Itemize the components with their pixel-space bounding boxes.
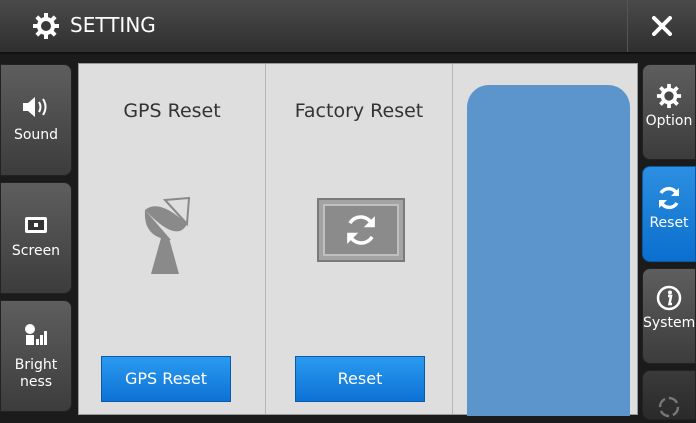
brightness-icon bbox=[25, 324, 47, 345]
sidebar-item-reset[interactable]: Reset bbox=[642, 166, 696, 262]
sidebar-item-label: Option bbox=[645, 113, 693, 129]
sidebar-item-label: Bright ness bbox=[14, 357, 58, 390]
page-title: SETTING bbox=[70, 13, 156, 37]
sidebar-item-screen[interactable]: Screen bbox=[0, 182, 72, 294]
sidebar-item-brightness[interactable]: Bright ness bbox=[0, 300, 72, 412]
refresh-icon bbox=[659, 186, 679, 210]
left-sidebar: Sound Screen Bright ness bbox=[0, 58, 73, 420]
factory-reset-button[interactable]: Reset bbox=[295, 356, 425, 402]
sidebar-item-option[interactable]: Option bbox=[642, 64, 696, 160]
top-bar: SETTING bbox=[0, 0, 696, 54]
close-icon bbox=[652, 16, 672, 36]
sidebar-item-system[interactable]: System bbox=[642, 268, 696, 364]
sidebar-item-label: Reset bbox=[649, 215, 689, 231]
factory-reset-image bbox=[317, 198, 405, 262]
close-button[interactable] bbox=[627, 0, 696, 52]
sidebar-item-sound[interactable]: Sound bbox=[0, 64, 72, 176]
refresh-icon bbox=[347, 215, 375, 245]
info-icon bbox=[656, 285, 682, 311]
gps-reset-button[interactable]: GPS Reset bbox=[101, 356, 231, 402]
satellite-dish-icon bbox=[144, 196, 191, 274]
gear-icon bbox=[656, 83, 682, 109]
factory-reset-title: Factory Reset bbox=[294, 100, 424, 122]
divider bbox=[452, 64, 453, 414]
gps-reset-section: GPS Reset GPS Reset bbox=[79, 64, 265, 414]
gear-icon bbox=[32, 12, 60, 40]
right-sidebar: Option Reset System bbox=[642, 58, 696, 420]
circle-icon bbox=[658, 396, 680, 418]
gps-reset-title: GPS Reset bbox=[123, 100, 221, 122]
factory-reset-section: Factory Reset Reset bbox=[266, 64, 452, 414]
speaker-icon bbox=[23, 97, 47, 117]
sidebar-item-label: Screen bbox=[11, 243, 61, 259]
main-panel: GPS Reset GPS Reset Factory Reset Reset bbox=[78, 63, 638, 416]
sidebar-item-disabled bbox=[642, 370, 696, 420]
screen-icon bbox=[25, 217, 47, 233]
sidebar-item-label: System bbox=[643, 315, 696, 331]
sidebar-item-label: Sound bbox=[13, 127, 59, 143]
blank-panel bbox=[467, 85, 630, 416]
